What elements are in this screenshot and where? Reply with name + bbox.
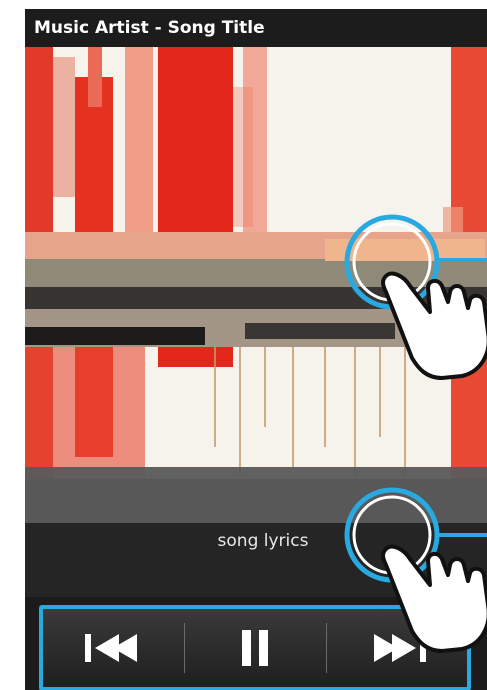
- previous-button[interactable]: [43, 609, 184, 687]
- lyrics-overlay-band: [25, 467, 487, 523]
- skip-next-icon: [373, 634, 426, 662]
- next-button[interactable]: [326, 609, 467, 687]
- playback-controls: [25, 597, 487, 690]
- page-title: Music Artist - Song Title: [25, 9, 487, 47]
- phone-screen: Music Artist - Song Title song lyrics: [25, 9, 487, 690]
- pause-icon: [241, 630, 268, 666]
- skip-previous-icon: [84, 634, 137, 662]
- controls-highlight-frame: [39, 605, 471, 690]
- album-art[interactable]: [25, 47, 487, 479]
- album-art-painting: [25, 47, 487, 479]
- lyrics-text: song lyrics: [217, 531, 309, 551]
- pause-button[interactable]: [184, 609, 325, 687]
- lyrics-panel[interactable]: song lyrics: [25, 523, 487, 597]
